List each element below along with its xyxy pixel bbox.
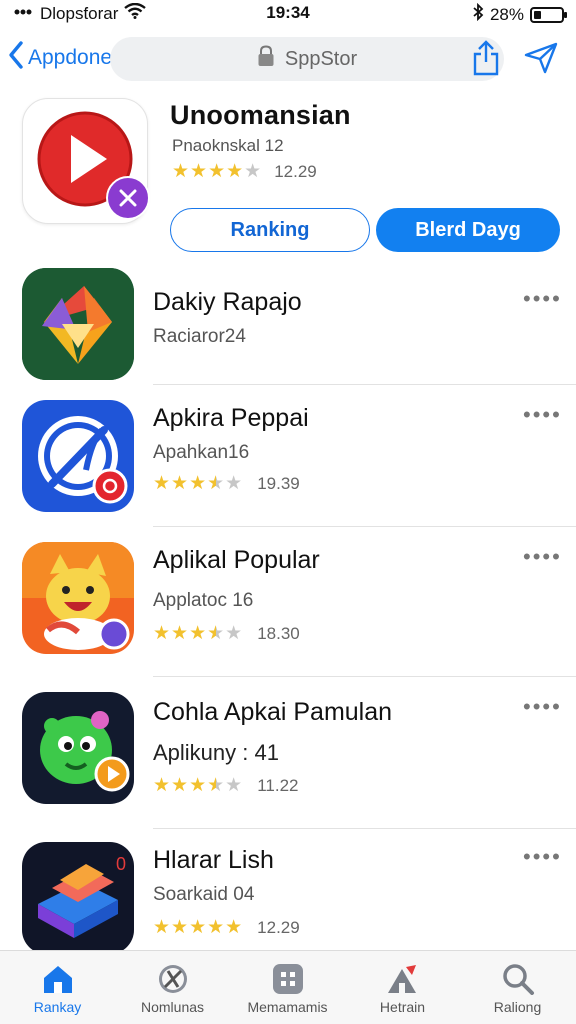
battery-percent: 28%	[489, 4, 524, 24]
more-options-button[interactable]: ••••	[523, 846, 562, 868]
bluetooth-icon	[472, 2, 484, 26]
address-bar[interactable]: SppStor	[110, 37, 504, 81]
ranking-button[interactable]: Ranking	[170, 208, 370, 252]
more-options-button[interactable]: ••••	[523, 288, 562, 310]
rating-value: 18.30	[257, 623, 300, 643]
divider	[153, 828, 576, 829]
app-rating: ★★★★★ 11.22	[153, 774, 298, 797]
get-button[interactable]: Blerd Dayg	[376, 208, 560, 252]
status-bar: Dlopsƭorar 19:34 28%	[0, 0, 576, 26]
more-options-button[interactable]: ••••	[523, 404, 562, 426]
address-text: SppStor	[284, 47, 358, 70]
search-icon	[501, 963, 535, 995]
app-name: Cohla Apkai Pamulan	[153, 698, 393, 726]
list-item[interactable]: Aplikal Popular Applatoc 16 ★★★★★ 18.30 …	[0, 542, 576, 666]
star-rating: ★★★★★	[172, 161, 263, 182]
featured-app: Unoomansian Pnaoknskal 12 ★★★★★ 12.29 Ra…	[0, 96, 576, 266]
close-badge-icon[interactable]	[106, 176, 150, 220]
more-options-button[interactable]: ••••	[523, 546, 562, 568]
featured-app-subtitle: Pnaoknskal 12	[172, 136, 284, 155]
battery-icon	[530, 6, 567, 23]
rating-value: 11.22	[257, 775, 299, 795]
app-name: Apkira Peppai	[153, 404, 309, 432]
tab-raliong[interactable]: Raliong	[460, 963, 575, 1015]
divider	[153, 384, 576, 385]
tab-label: Nomlunas	[140, 999, 205, 1015]
app-rating: ★★★★★ 18.30	[153, 622, 300, 645]
battery-fill	[534, 10, 541, 19]
featured-app-title: Unoomansian	[170, 100, 351, 130]
star-rating: ★★★★★	[153, 775, 244, 796]
back-label: Appdone	[28, 46, 113, 69]
svg-text:0: 0	[116, 854, 126, 874]
status-right: 28%	[472, 2, 567, 26]
chevron-left-icon	[8, 40, 28, 76]
app-subtitle: Apahkan16	[153, 442, 250, 463]
share-button[interactable]	[472, 40, 500, 81]
tab-bar: Rankay Nomlunas Memamamis Hetrain Ralion…	[0, 950, 576, 1024]
back-button[interactable]: Appdone	[8, 40, 112, 76]
app-icon	[22, 268, 134, 380]
list-item[interactable]: 0 Hlarar Lish Soarkaid 04 ★★★★★ 12.29 ••…	[0, 842, 576, 954]
list-item[interactable]: Apkira Peppai Apahkan16 ★★★★★ 19.39 ••••	[0, 400, 576, 524]
app-subtitle: Soarkaid 04	[153, 884, 255, 905]
divider	[153, 676, 576, 677]
star-rating: ★★★★★	[153, 917, 244, 938]
featured-app-rating: ★★★★★ 12.29	[172, 160, 317, 183]
app-name: Aplikal Popular	[153, 546, 320, 574]
send-button[interactable]	[524, 42, 558, 79]
home-icon	[41, 963, 75, 995]
app-rating: ★★★★★ 19.39	[153, 472, 300, 495]
app-name: Dakiy Rapajo	[153, 288, 302, 316]
app-rating: ★★★★★ 12.29	[153, 916, 300, 939]
app-subtitle: Raciaror24	[153, 326, 246, 347]
paper-plane-icon	[524, 42, 558, 78]
rating-value: 19.39	[257, 473, 300, 493]
tab-rankay[interactable]: Rankay	[0, 963, 115, 1015]
tab-label: Hetrain	[379, 999, 426, 1015]
app-icon	[22, 542, 134, 654]
tab-label: Raliong	[493, 999, 542, 1015]
tab-memamamis[interactable]: Memamamis	[230, 963, 345, 1015]
rating-value: 12.29	[257, 917, 300, 937]
compass-icon	[156, 963, 190, 995]
tab-nomlunas[interactable]: Nomlunas	[115, 963, 230, 1015]
app-subtitle: Aplikuny : 41	[153, 740, 279, 765]
app-icon	[22, 692, 134, 804]
tab-hetrain[interactable]: Hetrain	[345, 963, 460, 1015]
divider	[153, 526, 576, 527]
star-rating: ★★★★★	[153, 623, 244, 644]
apps-icon	[271, 963, 305, 995]
rating-value: 12.29	[274, 161, 317, 181]
app-subtitle: Applatoc 16	[153, 590, 254, 611]
tab-label: Rankay	[33, 999, 82, 1015]
list-item[interactable]: Cohla Apkai Pamulan Aplikuny : 41 ★★★★★ …	[0, 692, 576, 816]
share-icon	[472, 40, 500, 80]
app-name: Hlarar Lish	[153, 846, 274, 874]
list-item[interactable]: Dakiy Rapajo Raciaror24 ••••	[0, 268, 576, 388]
arcade-icon	[386, 963, 420, 995]
more-options-button[interactable]: ••••	[523, 696, 562, 718]
lock-icon	[257, 45, 275, 73]
app-icon: 0	[22, 842, 134, 954]
app-icon	[22, 400, 134, 512]
star-rating: ★★★★★	[153, 473, 244, 494]
tab-label: Memamamis	[247, 999, 328, 1015]
browser-nav-bar: Appdone SppStor	[0, 34, 576, 84]
